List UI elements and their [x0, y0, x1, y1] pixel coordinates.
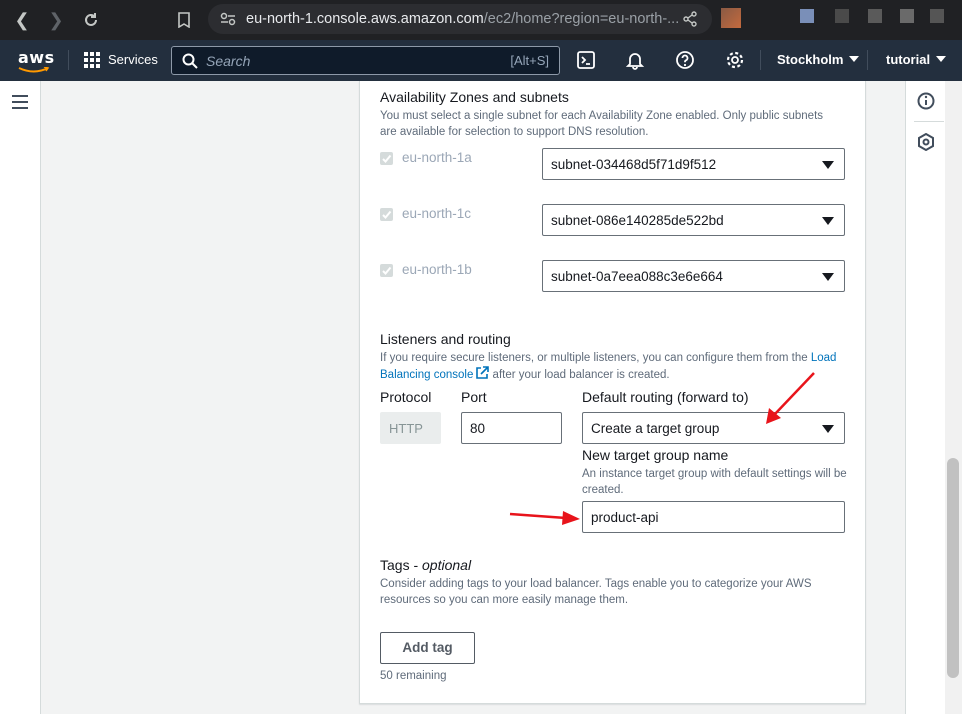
external-link-icon[interactable] [475, 366, 490, 380]
tags-remaining-count: 50 remaining [380, 670, 447, 682]
bookmark-icon[interactable] [172, 8, 196, 32]
dropdown-caret-icon [822, 161, 834, 169]
protocol-label: Protocol [380, 389, 432, 405]
aws-console-header: aws Services [Alt+S] Stockholm tutorial [0, 40, 962, 81]
console-search[interactable]: [Alt+S] [171, 46, 560, 75]
search-input[interactable] [206, 51, 486, 71]
target-group-name-description: An instance target group with default se… [582, 468, 847, 496]
tags-description: Consider adding tags to your load balanc… [380, 578, 812, 606]
help-icon[interactable] [675, 50, 695, 70]
search-icon [182, 53, 198, 69]
search-shortcut-hint: [Alt+S] [510, 53, 549, 68]
routing-value: Create a target group [591, 421, 720, 436]
forward-icon[interactable]: ❯ [44, 8, 68, 32]
url-text: eu-north-1.console.aws.amazon.com/ec2/ho… [246, 11, 680, 27]
info-icon[interactable] [917, 92, 935, 110]
load-balancer-config-panel: Availability Zones and subnets You must … [359, 81, 866, 704]
account-caret-icon [936, 56, 947, 62]
target-group-name-label: New target group name [582, 447, 729, 463]
cloudshell-icon[interactable] [576, 50, 596, 70]
subnet-value: subnet-0a7eea088c3e6e664 [551, 269, 723, 284]
subnet-value: subnet-034468d5f71d9f512 [551, 157, 717, 172]
notifications-bell-icon[interactable] [625, 50, 645, 70]
subnet-select[interactable]: subnet-0a7eea088c3e6e664 [542, 260, 845, 292]
dropdown-caret-icon [822, 217, 834, 225]
menu-hamburger-icon[interactable] [12, 95, 28, 109]
profile-avatar[interactable] [721, 8, 741, 28]
availability-zones-title: Availability Zones and subnets [380, 89, 569, 105]
account-menu[interactable]: tutorial [886, 52, 947, 67]
az-checkbox-disabled [380, 264, 393, 277]
az-checkbox-disabled [380, 208, 393, 221]
left-navigation-rail [0, 81, 41, 714]
port-label: Port [461, 389, 487, 405]
default-routing-label: Default routing (forward to) [582, 389, 749, 405]
browser-toolbar: ❮ ❯ eu-north-1.console.aws.amazon.com/ec… [0, 0, 962, 40]
dropdown-caret-icon [822, 425, 834, 433]
security-shield-icon[interactable] [917, 133, 935, 151]
aws-logo[interactable]: aws [18, 48, 55, 67]
subnet-select[interactable]: subnet-086e140285de522bd [542, 204, 845, 236]
reload-icon[interactable] [79, 8, 103, 32]
protocol-value-readonly: HTTP [380, 412, 441, 444]
services-label: Services [108, 52, 158, 67]
subnet-select[interactable]: subnet-034468d5f71d9f512 [542, 148, 845, 180]
default-routing-select[interactable]: Create a target group [582, 412, 845, 444]
az-label: eu-north-1a [402, 150, 472, 165]
back-icon[interactable]: ❮ [10, 8, 34, 32]
target-group-name-input[interactable]: product-api [582, 501, 845, 533]
subnet-value: subnet-086e140285de522bd [551, 213, 724, 228]
scrollbar-thumb[interactable] [947, 458, 959, 678]
tags-title: Tags - optional [380, 557, 472, 573]
aws-smile-icon [18, 67, 50, 73]
add-tag-button[interactable]: Add tag [380, 632, 475, 664]
az-label: eu-north-1b [402, 262, 472, 277]
port-input[interactable]: 80 [461, 412, 562, 444]
share-icon[interactable] [682, 11, 698, 27]
listeners-routing-title: Listeners and routing [380, 331, 511, 347]
region-selector[interactable]: Stockholm [777, 52, 860, 67]
az-label: eu-north-1c [402, 206, 472, 221]
region-caret-icon [849, 56, 860, 62]
services-grid-icon [84, 52, 100, 68]
settings-gear-icon[interactable] [725, 50, 745, 70]
listeners-routing-description: If you require secure listeners, or mult… [380, 352, 837, 381]
az-checkbox-disabled [380, 152, 393, 165]
address-bar[interactable]: eu-north-1.console.aws.amazon.com/ec2/ho… [208, 4, 712, 34]
availability-zones-description: You must select a single subnet for each… [380, 110, 824, 138]
dropdown-caret-icon [822, 273, 834, 281]
site-settings-icon[interactable] [220, 12, 236, 26]
